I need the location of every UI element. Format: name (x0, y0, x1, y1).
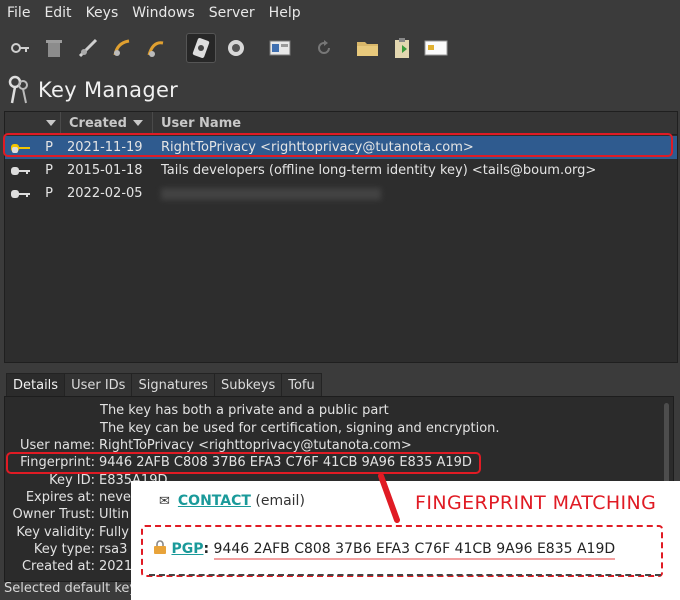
detail-value: Fully (99, 525, 129, 540)
key-row[interactable]: P 2022-02-05 (5, 182, 677, 205)
dashed-divider (149, 574, 661, 576)
sign-icon[interactable] (74, 34, 102, 62)
export-icon[interactable] (142, 34, 170, 62)
keypair-icon (11, 142, 35, 154)
envelope-icon: ✉ (159, 494, 170, 509)
detail-label: Owner Trust: (12, 507, 95, 522)
lock-icon (153, 540, 171, 557)
menu-windows[interactable]: Windows (125, 5, 202, 21)
key-search-icon[interactable] (6, 34, 34, 62)
annotation-label: FINGERPRINT MATCHING (415, 492, 657, 514)
delete-icon[interactable] (40, 34, 68, 62)
column-header-user-name[interactable]: User Name (153, 116, 241, 131)
pgp-fingerprint-line: PGP: 9446 2AFB C808 37B6 EFA3 C76F 41CB … (153, 540, 616, 560)
public-key-icon (11, 188, 35, 200)
open-folder-icon[interactable] (354, 34, 382, 62)
detail-label: Key validity: (16, 525, 95, 540)
tab-signatures[interactable]: Signatures (131, 373, 215, 397)
detail-value: RightToPrivacy <righttoprivacy@tutanota.… (99, 438, 412, 453)
pgp-fingerprint-value: 9446 2AFB C808 37B6 EFA3 C76F 41CB 9A96 … (213, 541, 616, 560)
reload-icon[interactable] (310, 34, 338, 62)
menu-keys[interactable]: Keys (79, 5, 126, 21)
key-user-name-redacted (161, 186, 381, 201)
contact-suffix: (email) (255, 493, 305, 509)
key-list-header: Created User Name (5, 112, 677, 135)
highlight-fingerprint (6, 452, 481, 474)
key-user-name: RightToPrivacy <righttoprivacy@tutanota.… (161, 140, 474, 155)
detail-value: rsa3 (99, 542, 128, 557)
menu-bar: File Edit Keys Windows Server Help (0, 0, 680, 26)
tab-user-ids[interactable]: User IDs (64, 373, 133, 397)
keyserver-icon[interactable] (186, 33, 216, 63)
menu-edit[interactable]: Edit (37, 5, 78, 21)
key-type: P (45, 140, 53, 155)
sort-down-icon (132, 120, 143, 126)
detail-value: Ultin (99, 507, 130, 522)
key-note-private: The key has both a private and a public … (100, 403, 389, 418)
public-key-icon (11, 165, 35, 177)
page-header: Key Manager (0, 72, 680, 108)
key-list: Created User Name P 2021-11-19 RightToPr… (4, 111, 678, 363)
key-type: P (45, 186, 53, 201)
column-header-created-label: Created (69, 115, 127, 131)
column-header-created[interactable]: Created (61, 112, 153, 134)
clipboard-icon[interactable] (388, 34, 416, 62)
key-note-usage: The key can be used for certification, s… (100, 421, 500, 436)
keys-icon (6, 75, 30, 105)
key-row[interactable]: P 2015-01-18 Tails developers (offline l… (5, 159, 677, 182)
menu-server[interactable]: Server (202, 5, 262, 21)
detail-label: Key ID: (49, 473, 95, 488)
key-user-name: Tails developers (offline long-term iden… (161, 163, 597, 178)
detail-owner-trust: Owner Trust: Ultin (5, 507, 130, 524)
chevron-down-icon (46, 120, 56, 126)
detail-key-validity: Key validity: Fully (5, 525, 129, 542)
tab-tofu[interactable]: Tofu (281, 373, 322, 397)
key-created: 2022-02-05 (67, 186, 143, 201)
card-icon[interactable] (266, 34, 294, 62)
detail-label: Created at: (21, 559, 95, 574)
detail-label: Key type: (33, 542, 95, 557)
detail-label: User name: (19, 438, 95, 453)
detail-key-type: Key type: rsa3 (5, 542, 127, 559)
refresh-keys-icon[interactable] (222, 34, 250, 62)
contact-card-overlay: ✉ CONTACT (email) FINGERPRINT MATCHING PG… (131, 481, 680, 600)
tab-subkeys[interactable]: Subkeys (213, 373, 283, 397)
key-created: 2015-01-18 (67, 163, 143, 178)
smartcard-icon[interactable] (422, 34, 450, 62)
detail-value: neve (99, 490, 131, 505)
menu-help[interactable]: Help (262, 5, 308, 21)
tab-details[interactable]: Details (6, 373, 66, 397)
key-row[interactable]: P 2021-11-19 RightToPrivacy <righttopriv… (5, 136, 677, 159)
key-type: P (45, 163, 53, 178)
details-tabs: Details User IDs Signatures Subkeys Tofu (6, 373, 322, 397)
key-created: 2021-11-19 (67, 140, 143, 155)
import-icon[interactable] (108, 34, 136, 62)
detail-created-at: Created at: 2021 (5, 559, 132, 576)
detail-label: Expires at: (25, 490, 95, 505)
pgp-link[interactable]: PGP (171, 541, 203, 557)
menu-file[interactable]: File (0, 5, 37, 21)
toolbar (0, 30, 680, 66)
detail-value: 2021 (99, 559, 133, 574)
detail-expires: Expires at: neve (5, 490, 131, 507)
page-title: Key Manager (38, 78, 179, 102)
contact-line: ✉ CONTACT (email) (159, 493, 305, 509)
column-header-type[interactable] (5, 112, 61, 134)
contact-link[interactable]: CONTACT (178, 493, 251, 509)
